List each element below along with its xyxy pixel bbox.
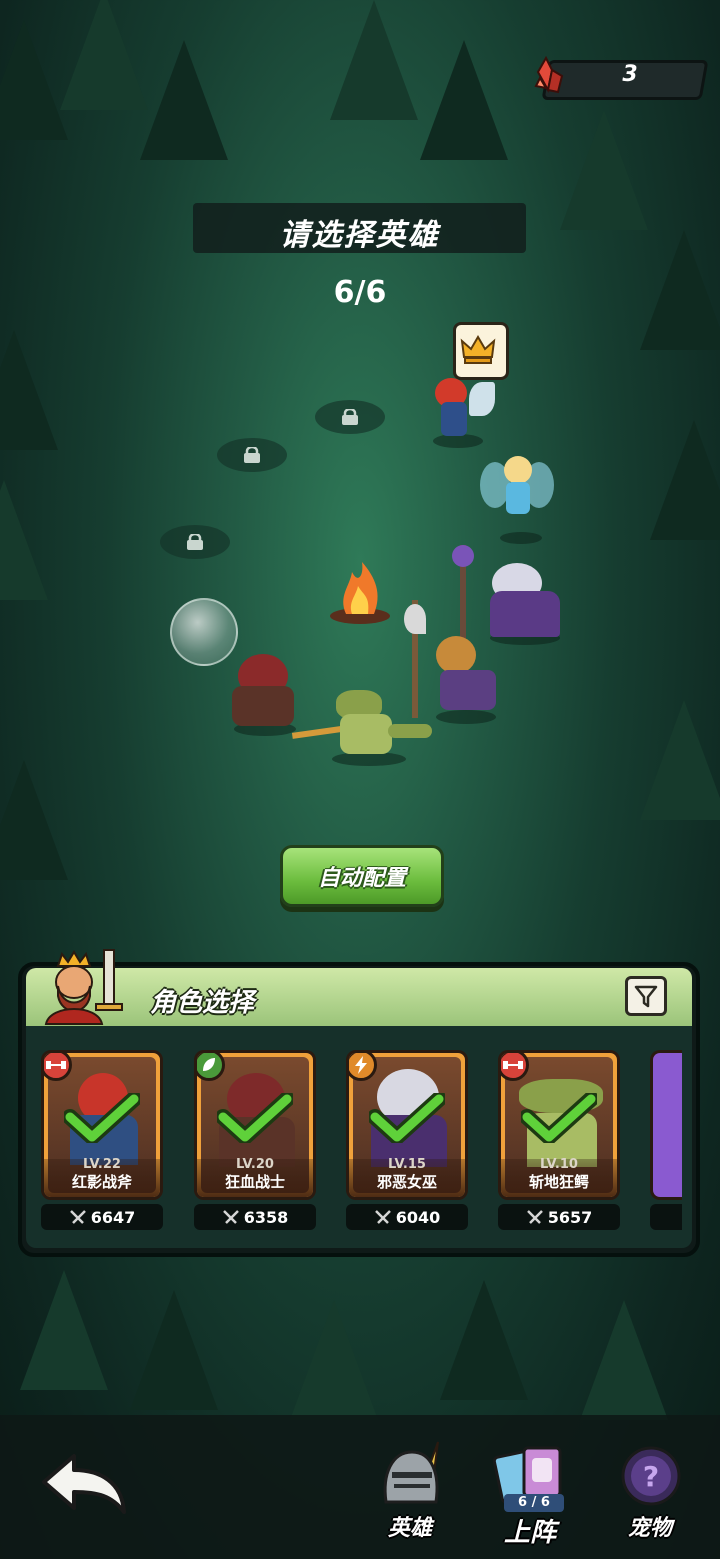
lock-icon — [342, 409, 358, 425]
hero-name: 邪恶女巫 — [376, 1173, 437, 1191]
nav-heroes[interactable]: 英雄 — [372, 1440, 456, 1550]
hero-name: 狂血战士 — [224, 1173, 285, 1191]
hero-level: LV.10 — [540, 1157, 578, 1172]
svg-text:?: ? — [643, 1460, 659, 1493]
crossed-swords-icon — [222, 1210, 239, 1224]
panel-title: 角色选择 — [150, 988, 255, 1018]
formation-count-badge: 6 / 6 — [504, 1494, 564, 1512]
hero-power: 6358 — [194, 1204, 316, 1230]
filter-button[interactable] — [625, 976, 667, 1016]
selected-check-icon — [521, 1093, 597, 1143]
crown-icon — [460, 335, 496, 364]
hero-card[interactable]: LV.20 狂血战士 — [194, 1050, 316, 1200]
knight-helmet-icon — [383, 1441, 439, 1504]
hero-name: 红影战斧 — [71, 1173, 132, 1191]
hero-card[interactable]: LV.22 红影战斧 — [41, 1050, 163, 1200]
page-title: 请选择英雄 — [279, 218, 440, 253]
selected-check-icon — [217, 1093, 293, 1143]
nav-formation-label: 上阵 — [503, 1518, 556, 1548]
filter-icon — [634, 985, 658, 1008]
selected-check-icon — [369, 1093, 445, 1143]
nav-pets-label: 宠物 — [627, 1516, 672, 1541]
king-portrait-icon — [44, 949, 123, 1025]
hero-power: 6647 — [41, 1204, 163, 1230]
hero-name: 斩地狂鳄 — [528, 1173, 589, 1191]
currency-amount: 3 — [622, 62, 638, 87]
hero-power: 6040 — [346, 1204, 468, 1230]
back-arrow-icon[interactable] — [40, 1452, 128, 1518]
hero-red-shadow-axe[interactable] — [415, 372, 501, 452]
hero-card-partial[interactable] — [650, 1050, 682, 1200]
hero-crocodile[interactable] — [288, 684, 438, 768]
hero-level: LV.22 — [83, 1157, 121, 1172]
nav-formation[interactable]: 6 / 6 上阵 — [490, 1444, 580, 1554]
hero-power-partial — [650, 1204, 682, 1230]
mystery-egg-icon: ? — [621, 1446, 681, 1506]
crossed-swords-icon — [526, 1210, 543, 1224]
campfire — [330, 562, 390, 624]
hero-card[interactable]: LV.10 斩地狂鳄 — [498, 1050, 620, 1200]
nav-heroes-label: 英雄 — [387, 1516, 432, 1541]
auto-assign-label: 自动配置 — [317, 866, 406, 891]
hero-card[interactable]: LV.15 邪恶女巫 — [346, 1050, 468, 1200]
selected-count: 6/6 — [333, 275, 387, 310]
red-crystal-icon — [534, 56, 564, 94]
nav-pets[interactable]: ? 宠物 — [610, 1440, 694, 1550]
hero-level: LV.20 — [236, 1157, 274, 1172]
hero-level: LV.15 — [388, 1157, 426, 1172]
selected-check-icon — [64, 1093, 140, 1143]
hero-fairy[interactable] — [470, 448, 560, 544]
crossed-swords-icon — [69, 1210, 86, 1224]
lock-icon — [187, 534, 203, 550]
lock-icon — [244, 447, 260, 463]
crossed-swords-icon — [374, 1210, 391, 1224]
hero-power: 5657 — [498, 1204, 620, 1230]
